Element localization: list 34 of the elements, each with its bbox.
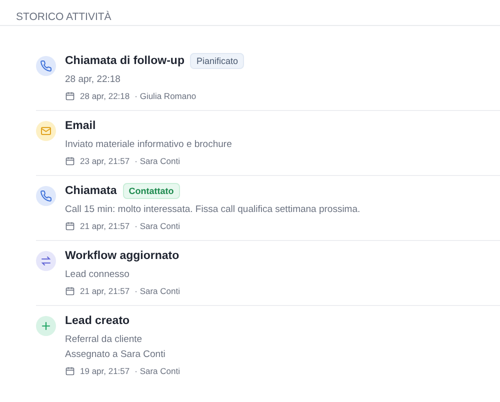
section-title: STORICO ATTIVITÀ	[0, 0, 500, 26]
activity-title: Lead creato	[65, 315, 130, 327]
activity-description: Lead connesso	[65, 269, 130, 280]
activity-title: Chiamata di follow-up	[65, 55, 184, 67]
activity-title: Chiamata	[65, 185, 117, 197]
activity-title: Email	[65, 120, 96, 132]
activity-date: 19 apr, 21:57	[80, 366, 130, 376]
status-badge: Contattato	[122, 183, 180, 199]
phone-icon	[36, 56, 56, 76]
activity-author: · Sara Conti	[134, 156, 180, 166]
activity-author: · Sara Conti	[134, 221, 180, 231]
calendar-icon	[65, 286, 75, 296]
calendar-icon	[65, 91, 75, 101]
activity-author: · Giulia Romano	[134, 91, 196, 101]
activity-description: Referral da cliente	[65, 334, 144, 345]
activity-description: Assegnato a Sara Conti	[65, 349, 166, 360]
activity-date: 21 apr, 21:57	[80, 221, 130, 231]
activity-description: Call 15 min: molto interessata. Fissa call qualifica settimana prossima.	[65, 204, 360, 215]
activity-date: 28 apr, 22:18	[80, 91, 130, 101]
plus-icon	[36, 316, 56, 336]
activity-author: · Sara Conti	[134, 286, 180, 296]
phone-icon	[36, 186, 56, 206]
activity-author: · Sara Conti	[134, 366, 180, 376]
activity-title: Workflow aggiornato	[65, 250, 180, 262]
calendar-icon	[65, 156, 75, 166]
status-badge: Pianificato	[190, 53, 244, 69]
activity-description: Inviato materiale informativo e brochure	[65, 139, 232, 150]
swap-arrows-icon	[36, 251, 56, 271]
activity-date: 21 apr, 21:57	[80, 286, 130, 296]
activity-description: 28 apr, 22:18	[65, 74, 122, 85]
calendar-icon	[65, 366, 75, 376]
activity-date: 23 apr, 21:57	[80, 156, 130, 166]
calendar-icon	[65, 221, 75, 231]
envelope-icon	[36, 121, 56, 141]
